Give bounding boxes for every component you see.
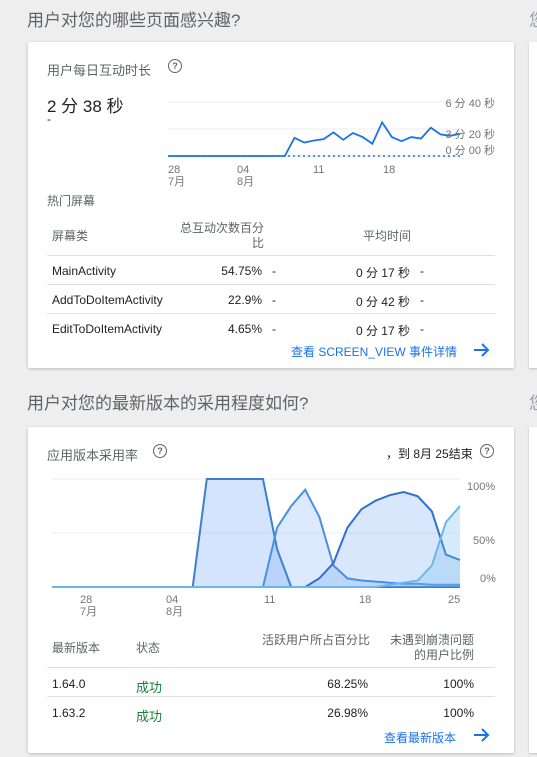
x-tick-label: 04 8月 [166,594,184,618]
col-header-active-users: 活跃用户所占百分比 [261,633,370,647]
y-tick-label: 50% [473,535,496,547]
x-tick-label: 18 [383,164,396,176]
screen-pct: 22.9% [227,293,262,307]
x-tick-label: 28 7月 [168,164,186,188]
table-divider [47,696,495,697]
col-header-screen: 屏幕类 [52,229,89,243]
screen-time: 0 分 17 秒 [355,324,410,338]
col-header-status: 状态 [136,641,161,655]
engagement-chart [168,101,461,157]
x-tick-label: 18 [359,594,372,606]
table-divider [47,667,495,668]
screen-pct-delta: - [272,293,276,307]
screen-time-delta: - [420,264,424,278]
screen-pct: 54.75% [221,264,262,278]
arrow-right-icon[interactable] [473,342,491,358]
screen-time: 0 分 17 秒 [355,266,410,280]
version-number: 1.64.0 [52,677,86,691]
arrow-right-icon[interactable] [473,727,491,743]
table-divider [47,313,495,314]
screen-time-delta: - [420,322,424,336]
y-tick-label: 0% [480,573,496,585]
top-screens-title: 热门屏幕 [47,194,96,208]
active-users-pct: 68.25% [327,677,368,691]
col-header-avg-time: 平均时间 [363,229,412,243]
view-screen-view-link[interactable]: 查看 SCREEN_VIEW 事件详情 [291,343,457,360]
y-tick-label: 3 分 20 秒 [445,129,495,141]
screen-name: MainActivity [52,264,117,278]
view-latest-version-link[interactable]: 查看最新版本 [384,729,456,746]
screen-pct-delta: - [272,264,276,278]
section-title-adoption: 用户对您的最新版本的采用程度如何? [27,394,309,413]
col-header-interactions: 总互动次数百分比 [179,221,264,250]
screen-pct-delta: - [272,322,276,336]
section-title-pages: 用户对您的哪些页面感兴趣? [27,11,241,30]
adoption-card: 应用版本采用率 ? ，到 8月 25结束 ? 28 7月 04 8月 11 18 2… [28,427,514,753]
screen-time-delta: - [420,293,424,307]
side-card [529,42,537,368]
adoption-chart [52,478,461,588]
active-users-pct: 26.98% [327,706,368,720]
crash-free-pct: 100% [443,706,474,720]
screen-name: EditToDoItemActivity [52,322,163,336]
engagement-card: 用户每日互动时长 ? 2 分 38 秒 - 28 7月 04 8月 11 18 6 … [28,42,514,368]
status-badge: 成功 [136,709,163,724]
table-divider [47,284,495,285]
side-card [529,427,537,753]
x-tick-label: 28 7月 [80,594,98,618]
screen-name: AddToDoItemActivity [52,293,163,307]
y-tick-label: 100% [467,481,496,493]
x-tick-label: 25 [448,594,461,606]
side-section-title: 您 [529,389,537,414]
x-tick-label: 11 [313,164,325,176]
screen-time: 0 分 42 秒 [355,295,410,309]
crash-free-pct: 100% [443,677,474,691]
x-tick-label: 04 8月 [237,164,255,188]
series-line [168,120,461,157]
table-divider [47,255,495,256]
version-number: 1.63.2 [52,706,86,720]
y-tick-label: 6 分 40 秒 [445,98,495,110]
col-header-crash-free: 未遇到崩溃问题的用户比例 [389,633,474,662]
y-tick-label: 0 分 00 秒 [445,145,495,157]
col-header-version: 最新版本 [52,641,101,655]
side-section-title: 您 [529,6,537,31]
status-badge: 成功 [136,680,163,695]
x-tick-label: 11 [264,594,276,606]
screen-pct: 4.65% [227,322,262,336]
